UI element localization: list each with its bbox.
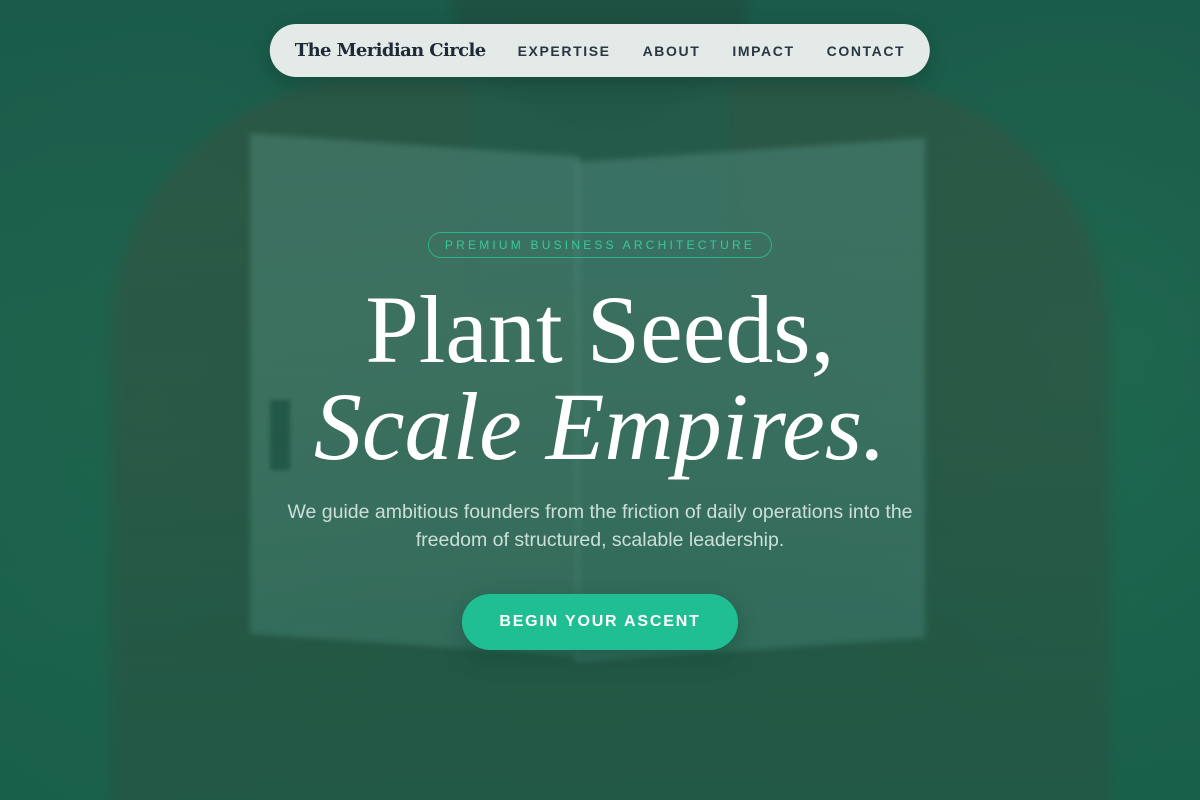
nav-link-expertise[interactable]: EXPERTISE xyxy=(518,43,611,59)
eyebrow-badge: PREMIUM BUSINESS ARCHITECTURE xyxy=(427,232,773,258)
nav-link-impact[interactable]: IMPACT xyxy=(732,43,794,59)
top-navigation: The Meridian Circle EXPERTISE ABOUT IMPA… xyxy=(269,24,931,77)
headline-line-1: Plant Seeds, xyxy=(365,276,835,383)
nav-link-contact[interactable]: CONTACT xyxy=(827,43,906,59)
headline-line-2: Scale Empires. xyxy=(313,373,887,480)
hero-subtext: We guide ambitious founders from the fri… xyxy=(287,501,913,551)
begin-ascent-button[interactable]: BEGIN YOUR ASCENT xyxy=(462,594,738,650)
nav-link-about[interactable]: ABOUT xyxy=(643,43,701,59)
hero-headline: Plant Seeds, Scale Empires. xyxy=(0,276,1200,480)
brand-logo-link[interactable]: The Meridian Circle xyxy=(295,40,486,61)
